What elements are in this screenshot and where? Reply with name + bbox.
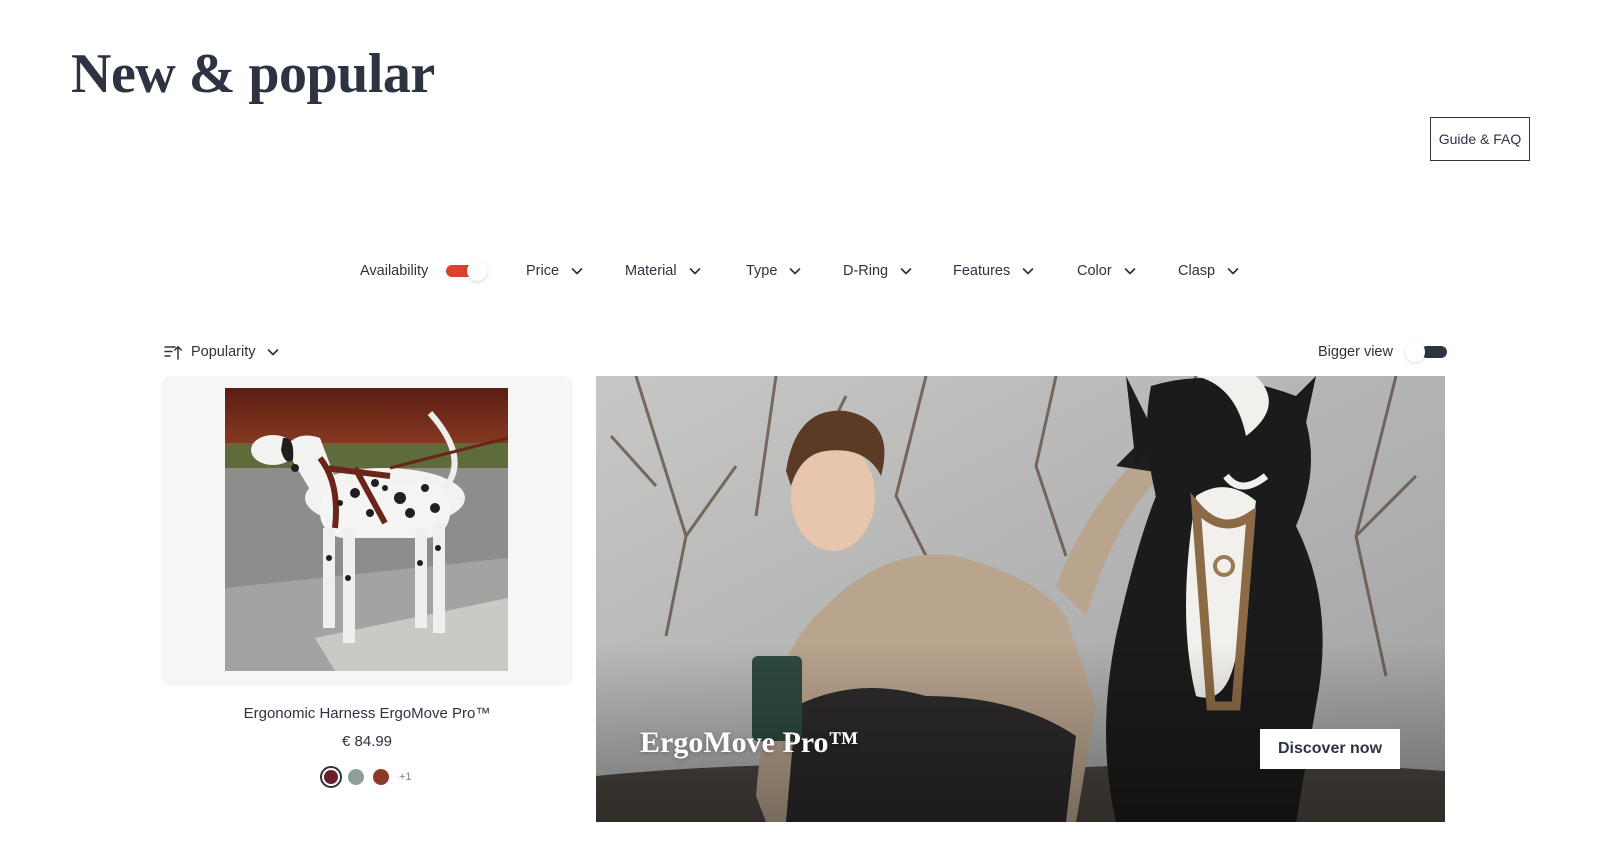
filter-type[interactable]: Type <box>746 256 803 286</box>
filter-bar: Availability Price Material Type D-Ring … <box>0 256 1600 286</box>
filter-price[interactable]: Price <box>526 256 585 286</box>
discover-now-button[interactable]: Discover now <box>1260 729 1400 769</box>
filter-clasp-label: Clasp <box>1178 263 1216 279</box>
guide-faq-button[interactable]: Guide & FAQ <box>1430 117 1530 161</box>
chevron-down-icon <box>1225 263 1241 279</box>
color-swatches: +1 <box>320 766 412 788</box>
bigger-view-toggle[interactable] <box>1404 341 1449 363</box>
product-name[interactable]: Ergonomic Harness ErgoMove Pro™ <box>161 705 573 722</box>
filter-type-label: Type <box>746 263 778 279</box>
filter-color[interactable]: Color <box>1077 256 1138 286</box>
chevron-down-icon <box>1122 263 1138 279</box>
filter-availability[interactable]: Availability <box>360 256 488 286</box>
page-title: New & popular <box>71 43 435 105</box>
product-image <box>225 388 508 671</box>
more-colors-count: +1 <box>399 771 412 783</box>
filter-features-label: Features <box>953 263 1011 279</box>
toggle-knob <box>467 261 488 281</box>
filter-d-ring-label: D-Ring <box>843 263 889 279</box>
chevron-down-icon <box>569 263 585 279</box>
filter-features[interactable]: Features <box>953 256 1036 286</box>
dalmatian-photo <box>225 388 508 671</box>
chevron-down-icon <box>265 344 281 360</box>
color-swatch[interactable] <box>373 769 389 785</box>
hero-title: ErgoMove Pro™ <box>640 726 859 759</box>
bigger-view-label: Bigger view <box>1318 344 1393 360</box>
filter-clasp[interactable]: Clasp <box>1178 256 1241 286</box>
filter-d-ring[interactable]: D-Ring <box>843 256 914 286</box>
color-swatch[interactable] <box>320 766 342 788</box>
filter-material[interactable]: Material <box>625 256 703 286</box>
product-card[interactable] <box>161 376 573 686</box>
color-swatch[interactable] <box>348 769 364 785</box>
filter-price-label: Price <box>526 263 560 279</box>
toggle-knob <box>1404 342 1425 362</box>
bigger-view-control: Bigger view <box>1318 340 1449 364</box>
swatch-color <box>324 770 338 784</box>
chevron-down-icon <box>787 263 803 279</box>
filter-availability-label: Availability <box>360 263 429 279</box>
sort-dropdown[interactable]: Popularity <box>164 340 281 364</box>
chevron-down-icon <box>898 263 914 279</box>
product-price: € 84.99 <box>341 733 393 750</box>
availability-toggle[interactable] <box>444 260 488 282</box>
chevron-down-icon <box>687 263 703 279</box>
sort-label: Popularity <box>191 344 256 360</box>
hero-banner[interactable]: ErgoMove Pro™ Discover now <box>596 376 1445 822</box>
filter-color-label: Color <box>1077 263 1112 279</box>
filter-material-label: Material <box>625 263 677 279</box>
chevron-down-icon <box>1020 263 1036 279</box>
sort-ascending-icon <box>164 346 182 360</box>
